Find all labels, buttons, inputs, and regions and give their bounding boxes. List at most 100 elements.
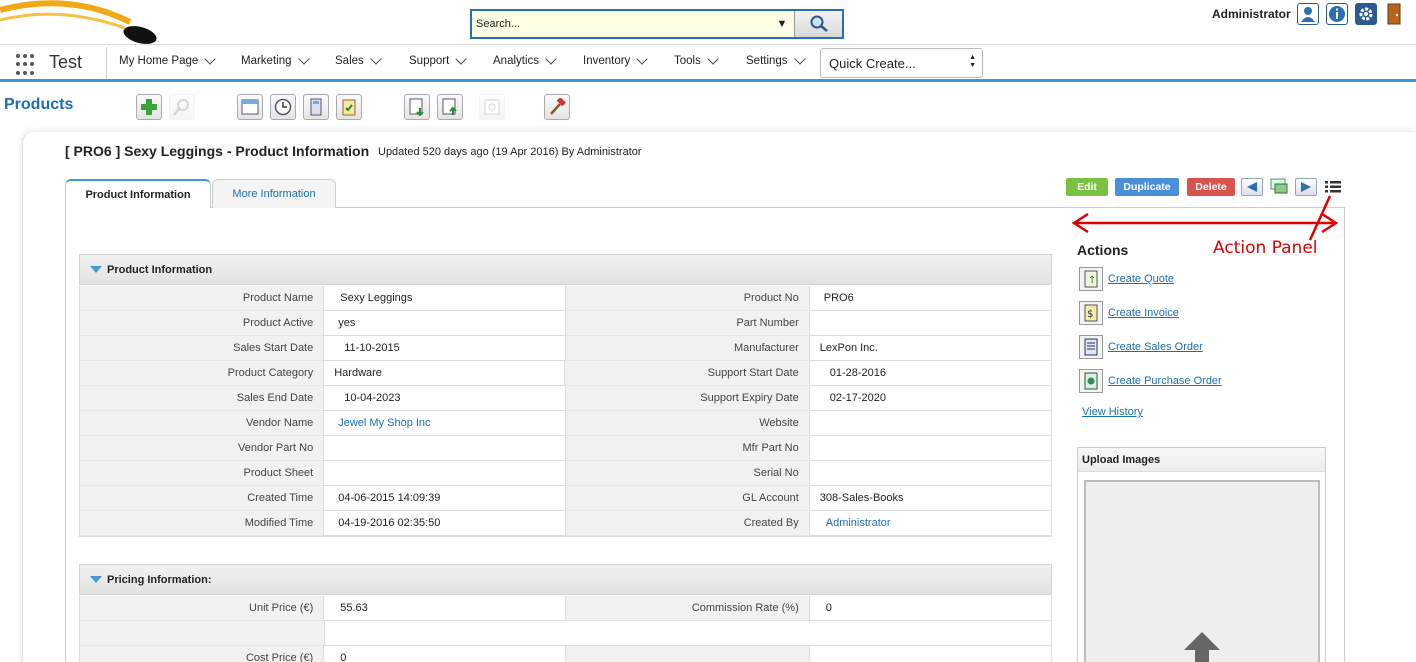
magnifier-icon <box>173 99 189 116</box>
field-label: Cost Price (€) <box>80 646 324 662</box>
product-info-section-header[interactable]: Product Information <box>79 254 1052 285</box>
import-button[interactable] <box>404 94 430 120</box>
field-label: Vendor Name <box>80 411 324 436</box>
apps-grid-icon[interactable] <box>16 54 38 76</box>
table-row: Created Time 04-06-2015 14:09:39 GL Acco… <box>80 486 1052 511</box>
field-label: Product Sheet <box>80 461 324 486</box>
search-records-button[interactable] <box>169 94 195 120</box>
field-value <box>323 436 566 461</box>
field-value: 04-19-2016 02:35:50 <box>323 511 566 536</box>
nav-label: Sales <box>335 55 364 67</box>
field-value: 0 <box>808 596 1051 621</box>
action-link-label: Create Invoice <box>1108 307 1179 319</box>
chevron-down-icon <box>297 53 310 65</box>
logout-icon[interactable] <box>1384 3 1406 25</box>
field-label: Serial No <box>565 461 809 486</box>
field-label: GL Account <box>565 486 809 511</box>
nav-analytics[interactable]: Analytics <box>493 53 557 67</box>
table-row: Product Sheet Serial No <box>80 461 1051 486</box>
pricing-section-header[interactable]: Pricing Information: <box>79 564 1052 595</box>
field-label: Product Name <box>80 286 324 311</box>
nav-sales[interactable]: Sales <box>335 53 382 67</box>
field-label: Vendor Part No <box>80 436 324 461</box>
vendor-link[interactable]: Jewel My Shop Inc <box>323 411 566 436</box>
table-row: Product Category Hardware Support Start … <box>80 361 1051 386</box>
field-label: Support Start Date <box>565 361 809 386</box>
company-logo <box>0 0 157 44</box>
create-invoice-action[interactable]: $ Create Invoice <box>1079 301 1179 325</box>
field-label: Product Category <box>80 361 324 386</box>
search-dropdown-caret[interactable]: ▼ <box>770 11 794 37</box>
calendar-button[interactable] <box>237 94 263 120</box>
field-value: 02-17-2020 <box>808 386 1051 411</box>
app-name: Test <box>49 52 83 72</box>
create-purchase-order-action[interactable]: Create Purchase Order <box>1079 369 1222 393</box>
field-value: 01-28-2016 <box>808 361 1051 386</box>
user-icon[interactable] <box>1297 3 1319 25</box>
table-row: Unit Price (€) 55.63 Commission Rate (%)… <box>80 596 1051 621</box>
quick-create-select[interactable]: Quick Create... ▲ ▼ <box>820 48 983 78</box>
hammer-icon <box>550 98 566 115</box>
checklist-button[interactable] <box>336 94 362 120</box>
action-link-label: Create Purchase Order <box>1108 375 1222 387</box>
table-row: Sales End Date 10-04-2023 Support Expiry… <box>80 386 1051 411</box>
field-label: Sales End Date <box>80 386 324 411</box>
pricing-grid: Unit Price (€) 55.63 Commission Rate (%)… <box>79 596 1052 662</box>
export-button[interactable] <box>437 94 463 120</box>
table-row: Product Active yes Part Number <box>80 311 1051 336</box>
clipboard-icon <box>342 99 356 116</box>
search-button[interactable] <box>794 11 842 37</box>
image-drop-zone[interactable] <box>1084 480 1320 662</box>
nav-inventory[interactable]: Inventory <box>583 53 648 67</box>
tab-more-information[interactable]: More Information <box>212 179 336 208</box>
info-icon[interactable] <box>1326 3 1348 25</box>
nav-settings[interactable]: Settings <box>746 53 806 67</box>
calculator-icon <box>310 98 322 116</box>
table-row: Cost Price (€) 0 <box>80 646 1051 662</box>
settings-tool-button[interactable] <box>544 94 570 120</box>
import-icon <box>409 98 424 116</box>
purchase-order-icon <box>1079 369 1103 393</box>
table-row: Vendor Part No Mfr Part No <box>80 436 1051 461</box>
field-label <box>565 646 809 662</box>
view-history-link[interactable]: View History <box>1082 406 1143 418</box>
export-icon <box>442 98 457 115</box>
nav-tools[interactable]: Tools <box>674 53 719 67</box>
table-row: Vendor Name Jewel My Shop Inc Website <box>80 411 1051 436</box>
action-link-label: Create Quote <box>1108 273 1175 285</box>
field-value: 04-06-2015 14:09:39 <box>323 486 566 511</box>
tab-product-information[interactable]: Product Information <box>65 179 211 208</box>
nav-label: Settings <box>746 55 788 67</box>
field-label: Modified Time <box>80 511 324 536</box>
record-updated-info: Updated 520 days ago (19 Apr 2016) By Ad… <box>378 146 642 158</box>
created-by-link[interactable]: Administrator <box>808 511 1051 536</box>
field-label: Created Time <box>80 486 324 511</box>
sales-order-icon <box>1079 335 1103 359</box>
find-duplicates-button[interactable] <box>479 94 505 120</box>
search-icon <box>810 15 828 32</box>
nav-my-home-page[interactable]: My Home Page <box>119 53 216 67</box>
table-row <box>80 621 1051 646</box>
create-quote-action[interactable]: ↑ Create Quote <box>1079 267 1174 291</box>
section-title: Pricing Information: <box>107 573 212 586</box>
nav-label: Marketing <box>241 55 292 67</box>
search-input[interactable] <box>472 11 770 37</box>
field-label: Commission Rate (%) <box>565 596 809 621</box>
clock-button[interactable] <box>270 94 296 120</box>
annotation-label: Action Panel <box>1213 238 1318 258</box>
nav-marketing[interactable]: Marketing <box>241 53 310 67</box>
create-sales-order-action[interactable]: Create Sales Order <box>1079 335 1203 359</box>
chevron-down-icon <box>370 53 382 65</box>
section-title: Product Information <box>107 263 213 276</box>
nav-support[interactable]: Support <box>409 53 467 67</box>
add-record-button[interactable] <box>136 94 162 120</box>
record-title: [ PRO6 ] Sexy Leggings - Product Informa… <box>65 143 370 159</box>
calculator-button[interactable] <box>303 94 329 120</box>
gear-icon[interactable] <box>1355 3 1377 25</box>
nav-label: My Home Page <box>119 55 199 67</box>
field-label: Mfr Part No <box>565 436 809 461</box>
current-user-name: Administrator <box>1212 7 1291 21</box>
field-value: 55.63 <box>323 596 566 621</box>
field-value <box>323 461 566 486</box>
field-value <box>808 311 1051 336</box>
